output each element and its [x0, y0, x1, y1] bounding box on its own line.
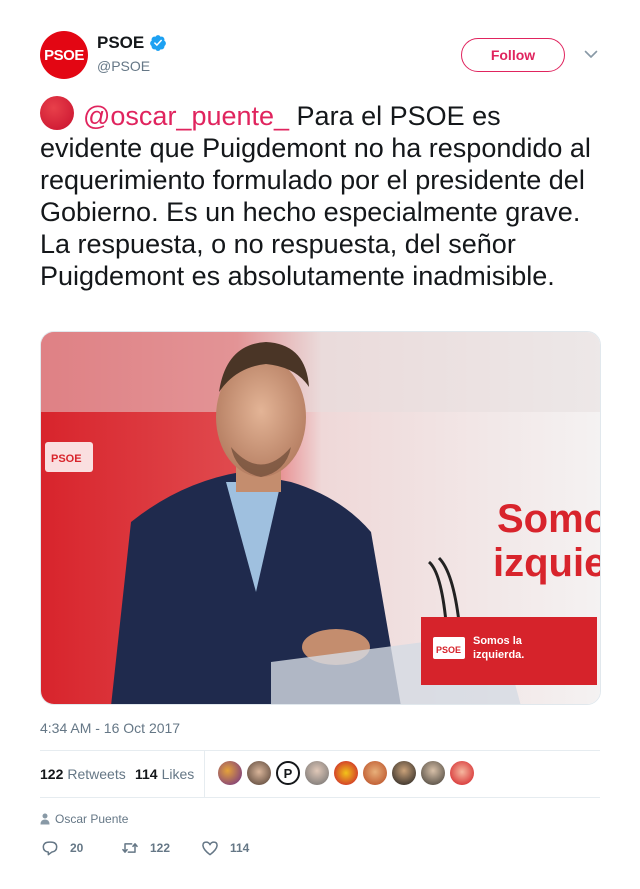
reply-context[interactable]: Oscar Puente [40, 812, 128, 826]
red-circle-emoji-icon [40, 96, 74, 130]
like-count: 114 [230, 841, 250, 855]
reply-button[interactable]: 20 [40, 838, 83, 858]
retweets-count: 122 [40, 766, 64, 782]
tweet-stats: 122 Retweets 114 Likes P [40, 751, 600, 797]
like-button[interactable]: 114 [200, 838, 249, 858]
retweet-count: 122 [150, 841, 171, 855]
liker-avatar[interactable] [334, 761, 358, 785]
verified-badge-icon [150, 35, 167, 51]
podium-slogan-line1: Somos la [473, 635, 523, 647]
reply-context-name: Oscar Puente [55, 812, 129, 826]
likes-stat[interactable]: 114 Likes [135, 766, 194, 782]
liker-avatar[interactable] [363, 761, 387, 785]
divider [40, 797, 600, 798]
mention-link[interactable]: @oscar_puente_ [83, 101, 289, 131]
reply-count: 20 [70, 841, 84, 855]
likes-count: 114 [135, 766, 158, 782]
heart-icon [202, 841, 218, 856]
follow-button[interactable]: Follow [461, 38, 565, 72]
photo-illustration: PSOE Somo izquie PSOE Somos la izquierda… [41, 332, 601, 704]
avatar-logo-text: PSOE [44, 46, 84, 64]
liker-avatars: P [218, 761, 474, 785]
liker-avatar[interactable] [392, 761, 416, 785]
tweet-photo[interactable]: PSOE Somo izquie PSOE Somos la izquierda… [40, 331, 601, 705]
avatar[interactable]: PSOE [40, 31, 88, 79]
retweets-label: Retweets [67, 766, 126, 782]
retweet-button[interactable]: 122 [120, 838, 170, 858]
chevron-down-icon[interactable] [583, 46, 599, 62]
wall-logo-text: PSOE [51, 453, 82, 465]
tweet-text: @oscar_puente_ Para el PSOE es evidente … [40, 96, 605, 292]
stats-separator [204, 751, 205, 797]
account-handle[interactable]: @PSOE [97, 58, 167, 74]
display-name[interactable]: PSOE [97, 33, 167, 53]
retweet-icon [122, 843, 138, 853]
liker-avatar[interactable] [421, 761, 445, 785]
liker-avatar[interactable] [305, 761, 329, 785]
display-name-text: PSOE [97, 33, 145, 52]
liker-avatar[interactable] [247, 761, 271, 785]
reply-icon [42, 841, 58, 856]
tweet-timestamp[interactable]: 4:34 AM - 16 Oct 2017 [40, 720, 180, 736]
wall-slogan-line2: izquie [493, 541, 601, 585]
wall-slogan-line1: Somo [497, 497, 601, 541]
likes-label: Likes [161, 766, 195, 782]
liker-avatar[interactable] [450, 761, 474, 785]
person-icon [40, 813, 50, 825]
liker-avatar[interactable] [218, 761, 242, 785]
liker-avatar[interactable]: P [276, 761, 300, 785]
account-name-block[interactable]: PSOE @PSOE [97, 33, 167, 74]
podium-logo-text: PSOE [436, 645, 461, 655]
podium-slogan-line2: izquierda. [473, 649, 524, 661]
tweet-actions: 20 122 114 [40, 838, 340, 862]
retweets-stat[interactable]: 122 Retweets [40, 766, 126, 782]
